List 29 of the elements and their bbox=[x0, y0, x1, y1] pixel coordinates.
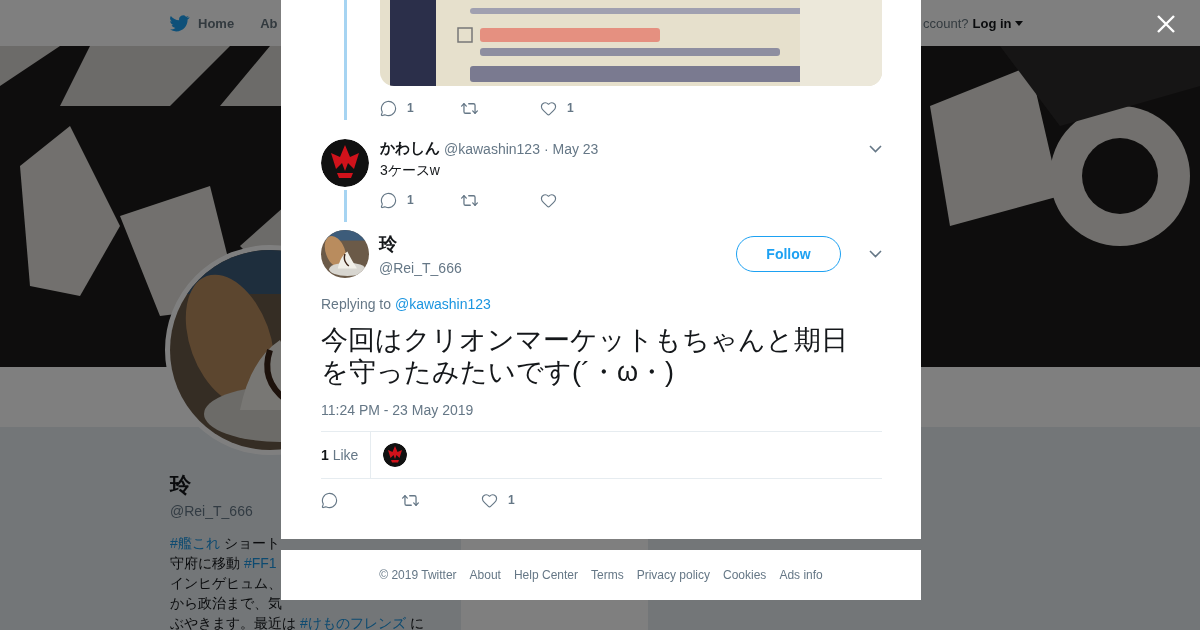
nav-link[interactable]: Home bbox=[170, 14, 235, 32]
likes-count[interactable]: 1 Like bbox=[321, 432, 372, 478]
tweet-timestamp: 11:24 PM - 23 May 2019 bbox=[321, 402, 475, 418]
bio-line: 守府に移動 #FF1 bbox=[170, 554, 277, 573]
footer-link[interactable]: Ads info bbox=[779, 568, 823, 582]
avatar bbox=[383, 443, 408, 467]
footer-link[interactable]: Cookies bbox=[723, 568, 767, 582]
bio-line: インヒゲヒュム、 bbox=[170, 574, 282, 593]
reply-button[interactable] bbox=[321, 491, 338, 509]
bio-line: #艦これ ショート bbox=[170, 534, 280, 553]
like-button[interactable] bbox=[481, 491, 498, 509]
footer-link[interactable]: Help Center bbox=[513, 568, 578, 582]
footer-link[interactable]: About bbox=[469, 568, 501, 582]
footer-link[interactable]: Privacy policy bbox=[636, 568, 710, 582]
account-prompt: ccount? bbox=[923, 16, 969, 31]
reply-icon bbox=[321, 491, 338, 509]
profile-name: 玲 bbox=[170, 472, 192, 498]
bio-line: から政治まで、気 bbox=[170, 594, 282, 613]
footer-link[interactable]: © 2019 Twitter bbox=[379, 568, 457, 582]
footer-link[interactable]: Terms bbox=[591, 568, 624, 582]
heart-icon bbox=[481, 491, 498, 509]
bio-line: ぶやきます。最近は #けものフレンズ に bbox=[170, 614, 424, 630]
bird-icon bbox=[170, 14, 190, 32]
login-link[interactable]: Log in bbox=[972, 16, 1023, 31]
caret-icon bbox=[1014, 21, 1023, 26]
nav-link[interactable]: Ab bbox=[260, 15, 278, 31]
action-count: 1 bbox=[508, 493, 515, 507]
profile-handle: @Rei_T_666 bbox=[170, 503, 254, 519]
close-icon bbox=[1157, 15, 1175, 33]
